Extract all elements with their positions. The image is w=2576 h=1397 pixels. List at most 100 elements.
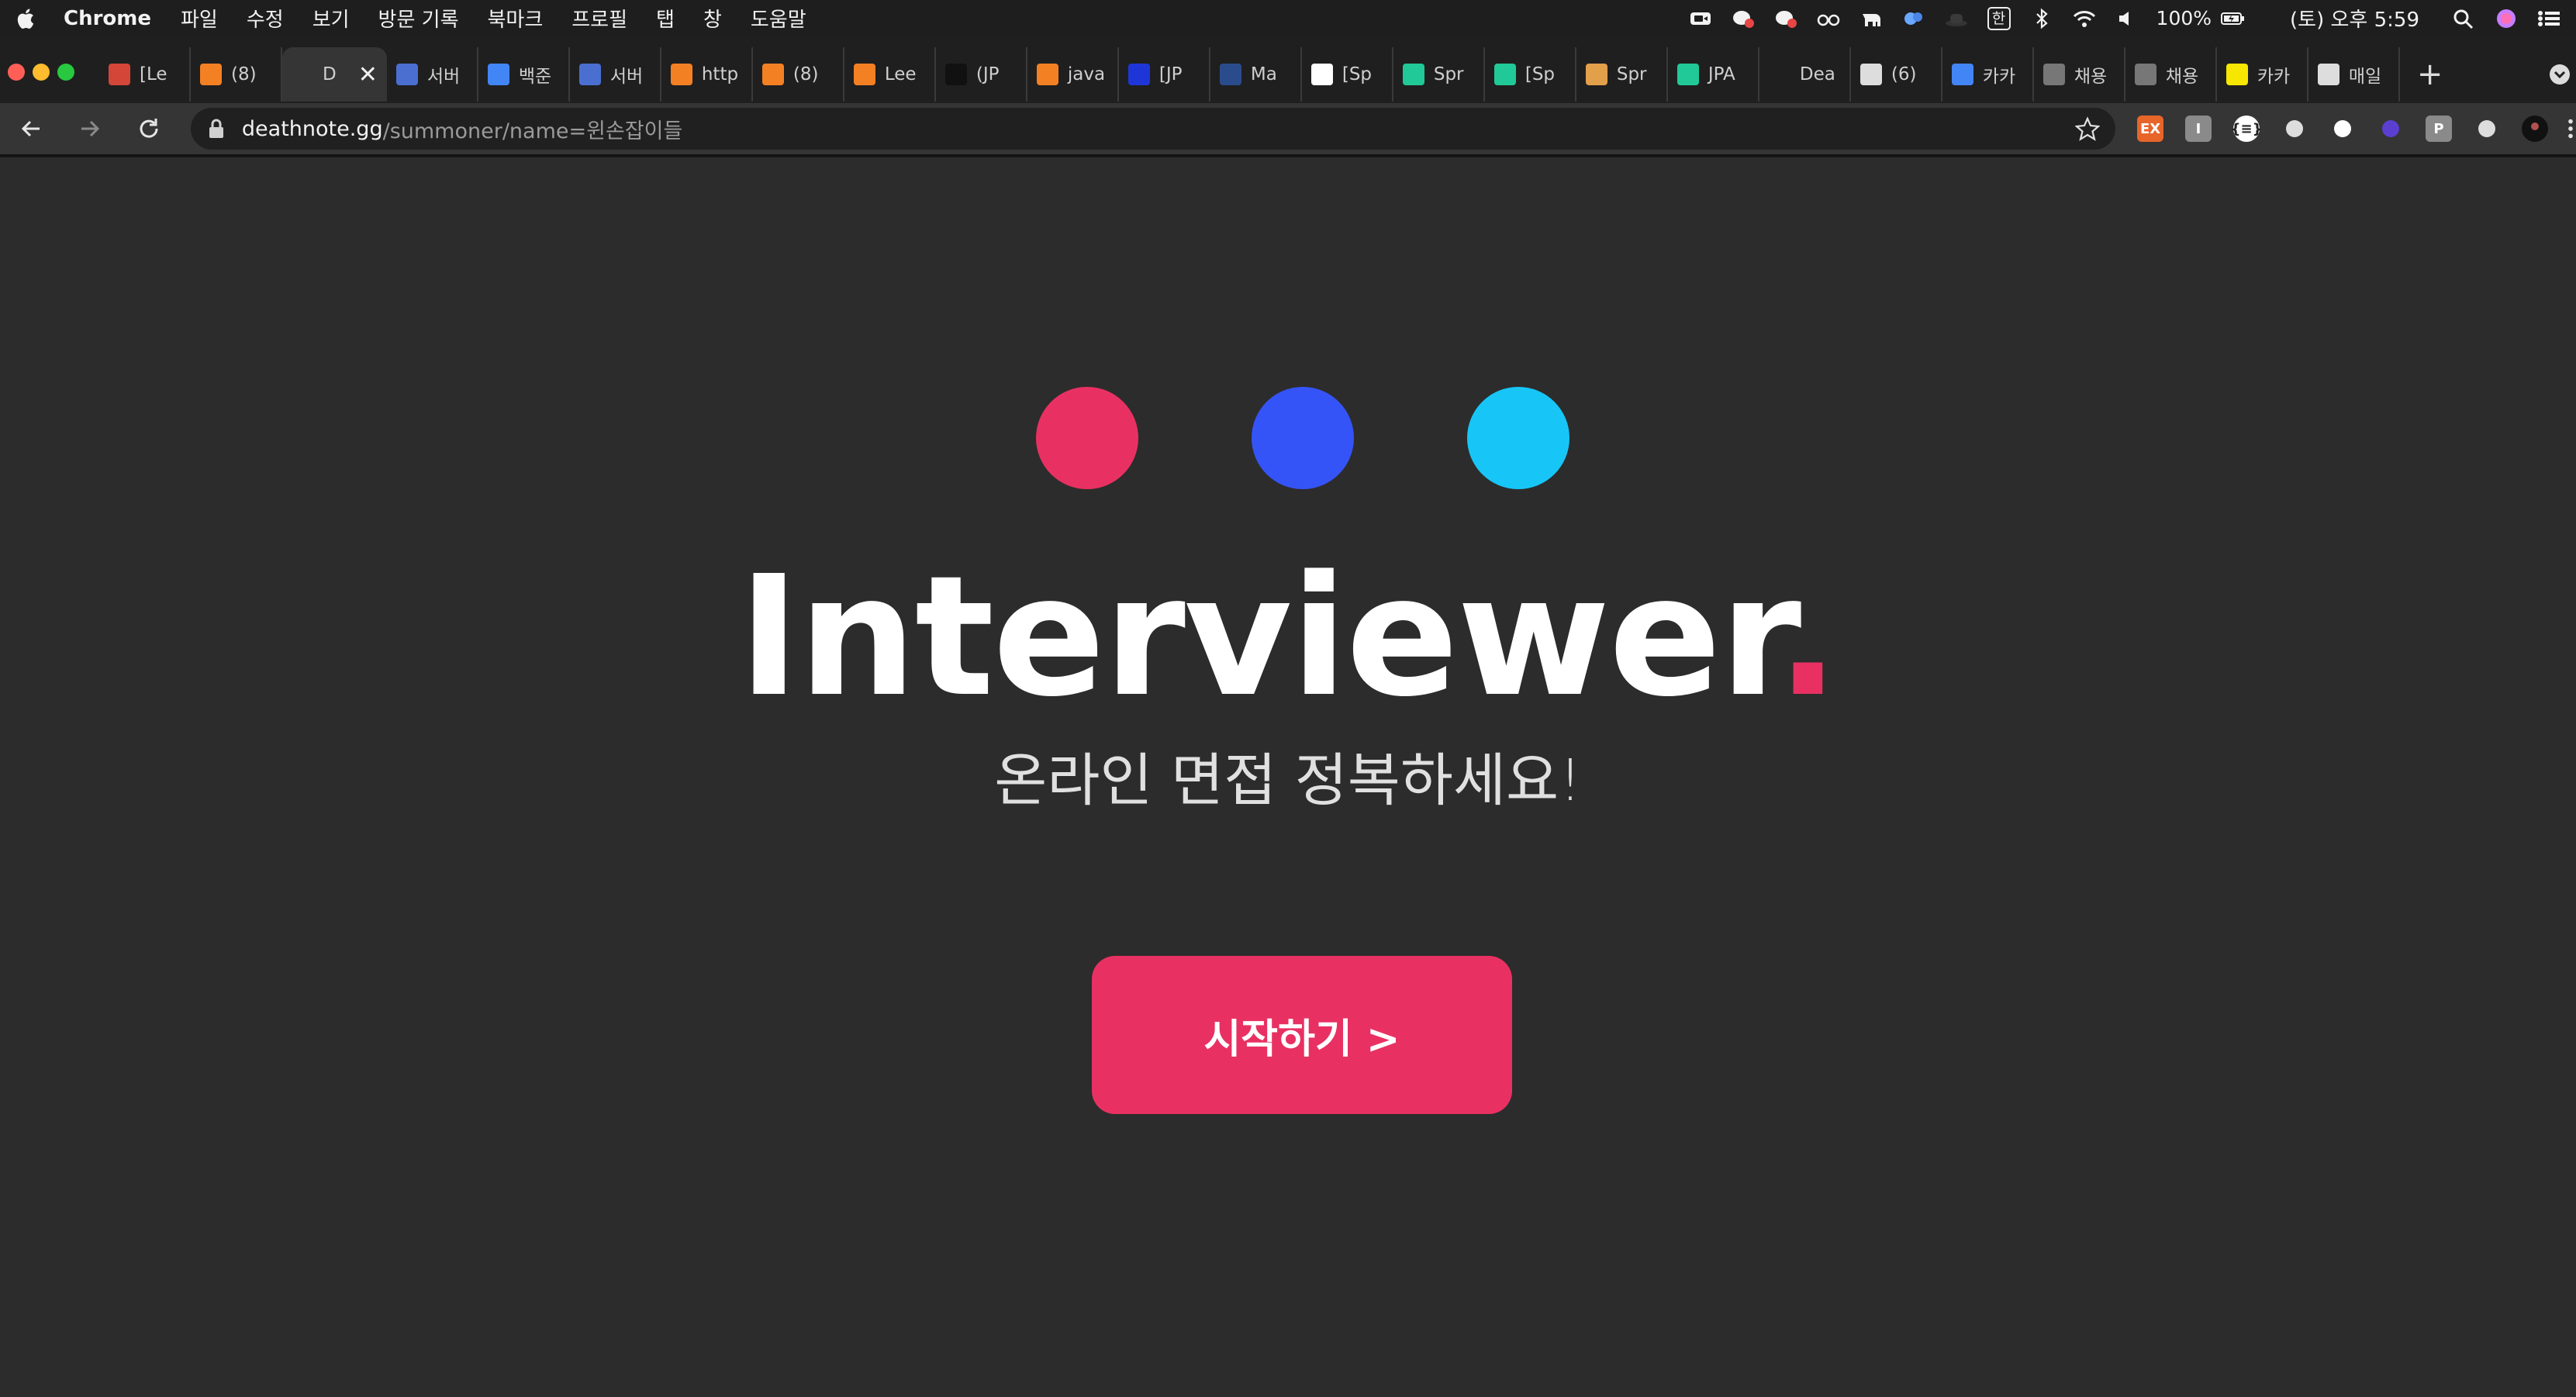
github-icon[interactable] [2329, 116, 2356, 142]
i-extension-icon[interactable]: I [2185, 116, 2212, 142]
browser-tab[interactable]: (JP [936, 47, 1027, 102]
more-menu-icon[interactable] [2565, 116, 2576, 142]
tab-title: D [323, 64, 337, 85]
tab-title: [Sp [1342, 64, 1373, 85]
menu-window[interactable]: 창 [703, 4, 722, 33]
close-window-button[interactable] [8, 64, 25, 81]
kakao-icon [2226, 64, 2248, 85]
browser-tab[interactable]: D ✕ [282, 47, 387, 102]
deathnote-icon [1769, 64, 1790, 85]
browser-tab[interactable]: Spr [1393, 47, 1485, 102]
new-tab-button[interactable]: + [2417, 57, 2443, 92]
tab-title: (JP [975, 64, 1000, 85]
browser-tab[interactable]: 카카 [1942, 47, 2034, 102]
menu-profile[interactable]: 프로필 [571, 4, 627, 33]
start-button[interactable]: 시작하기 > [1092, 956, 1512, 1114]
json-extension-icon[interactable]: {≡} [2231, 116, 2262, 142]
menu-file[interactable]: 파일 [181, 4, 218, 33]
wifi-icon[interactable] [2071, 8, 2098, 29]
browser-tab[interactable]: Dea [1759, 47, 1851, 102]
volume-icon[interactable] [2114, 8, 2140, 29]
spotlight-search-icon[interactable] [2450, 8, 2477, 29]
browser-tab[interactable]: JPA [1668, 47, 1759, 102]
tistory-icon [944, 64, 967, 85]
tab-title: Lee [884, 64, 917, 85]
tab-search-icon[interactable] [2548, 63, 2571, 86]
browser-tab[interactable]: 채용 [2125, 47, 2217, 102]
layers-extension-icon[interactable] [2377, 116, 2404, 142]
tab-title: [Le [140, 64, 167, 85]
back-button[interactable] [16, 113, 47, 144]
browser-tab[interactable]: [Sp [1485, 47, 1576, 102]
tab-title: JPA [1708, 64, 1735, 85]
zoom-icon[interactable] [1687, 8, 1714, 29]
window-controls [0, 64, 74, 81]
address-bar[interactable]: deathnote.gg/summoner/name=윈손잡이들 [190, 108, 2116, 150]
velog-v-icon [1310, 64, 1333, 85]
menu-bookmarks[interactable]: 북마크 [488, 4, 544, 33]
apple-icon[interactable] [14, 7, 36, 30]
menu-view[interactable]: 보기 [313, 4, 350, 33]
browser-tab[interactable]: 백준 [478, 47, 570, 102]
clock-datetime[interactable]: (토) 오후 5:59 [2290, 4, 2419, 33]
battery-icon[interactable] [2219, 8, 2246, 29]
menu-edit[interactable]: 수정 [247, 4, 284, 33]
menu-history[interactable]: 방문 기록 [378, 4, 459, 33]
hero-title-text: Interviewer [737, 540, 1778, 733]
browser-tab[interactable]: Lee [844, 47, 936, 102]
ex-extension-icon[interactable]: EX [2137, 116, 2164, 142]
globe-icon [2134, 64, 2156, 85]
bluebird-icon[interactable] [1901, 8, 1927, 29]
p-extension-icon[interactable]: P [2426, 116, 2453, 142]
menu-tab[interactable]: 탭 [656, 4, 675, 33]
tab-title: [JP [1159, 64, 1183, 85]
velog-icon [1493, 64, 1516, 85]
chat-bubble-icon[interactable] [1773, 8, 1799, 29]
browser-tab[interactable]: 카카 [2217, 47, 2308, 102]
messenger-icon[interactable] [1730, 8, 1756, 29]
browser-tab[interactable]: (8) [753, 47, 844, 102]
bookmark-star-icon[interactable] [2075, 116, 2101, 141]
browser-tab[interactable]: (8) [191, 47, 282, 102]
bluetooth-icon[interactable] [2029, 8, 2055, 29]
tab-title: Spr [1616, 64, 1647, 85]
profile-avatar[interactable] [2522, 116, 2548, 142]
hat-icon[interactable] [1943, 8, 1970, 29]
browser-tab[interactable]: java [1027, 47, 1119, 102]
input-method-icon[interactable]: 한 [1986, 6, 2012, 30]
browser-tab[interactable]: [Sp [1302, 47, 1393, 102]
forward-button[interactable] [74, 113, 105, 144]
browser-tab[interactable]: 매일 [2308, 47, 2400, 102]
google-icon [1951, 64, 1973, 85]
zoom-window-button[interactable] [57, 64, 74, 81]
google-icon [487, 64, 509, 85]
browser-tab[interactable]: [Le [99, 47, 191, 102]
browser-tab[interactable]: Ma [1210, 47, 1302, 102]
browser-tab[interactable]: 채용 [2034, 47, 2125, 102]
browser-tab[interactable]: [JP [1119, 47, 1210, 102]
forward-arrow-icon [81, 120, 100, 137]
globe-icon [2042, 64, 2065, 85]
browser-tab[interactable]: 서버 [570, 47, 661, 102]
app-name-menu[interactable]: Chrome [64, 7, 151, 30]
lock-icon[interactable] [208, 119, 225, 139]
control-center-icon[interactable] [2536, 8, 2562, 29]
browser-tab[interactable]: Spr [1576, 47, 1668, 102]
browser-tab[interactable]: http [661, 47, 753, 102]
puzzle-icon[interactable] [2474, 116, 2500, 142]
reload-icon [140, 119, 158, 138]
browser-tab[interactable]: 서버 [387, 47, 478, 102]
url-path: /summoner/name=윈손잡이들 [382, 119, 683, 143]
siri-icon[interactable] [2493, 8, 2519, 29]
reload-button[interactable] [133, 113, 164, 144]
minimize-window-button[interactable] [33, 64, 50, 81]
close-tab-icon[interactable]: ✕ [358, 61, 378, 88]
extension-label: EX [2139, 120, 2161, 137]
pen-extension-icon[interactable] [2281, 116, 2308, 142]
elephant-icon[interactable] [1858, 8, 1884, 29]
tab-title: 채용 [2165, 67, 2199, 87]
hero-title: Interviewer. [0, 540, 2576, 733]
browser-tab[interactable]: (6) [1851, 47, 1942, 102]
menu-help[interactable]: 도움말 [751, 4, 806, 33]
glasses-icon[interactable] [1815, 8, 1842, 29]
